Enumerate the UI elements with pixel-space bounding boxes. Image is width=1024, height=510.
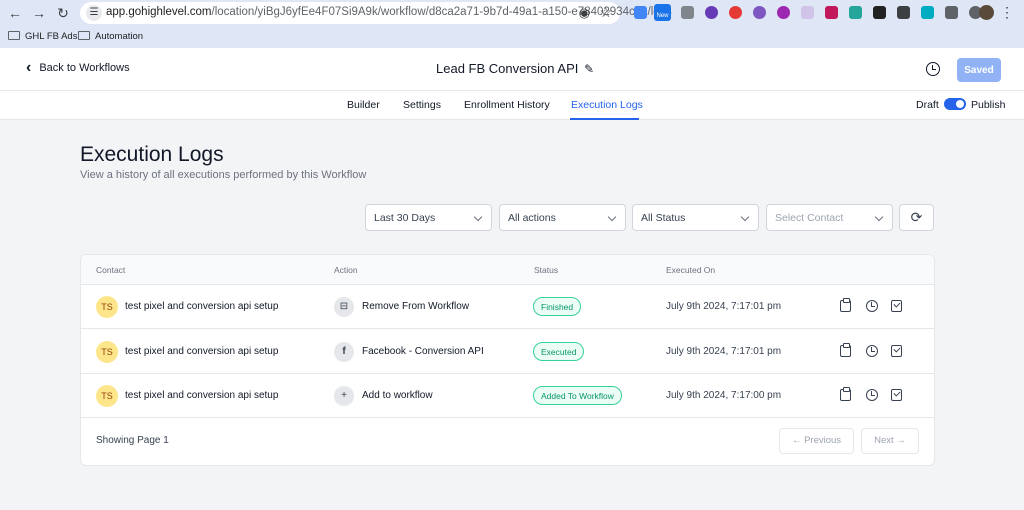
extension-new-icon[interactable]: New	[654, 4, 671, 21]
extension-icon[interactable]	[897, 6, 910, 19]
browser-toolbar: ← → ↻ ☰ app.gohighlevel.com/location/yiB…	[0, 0, 1024, 28]
back-arrow-icon[interactable]: ←	[6, 4, 24, 22]
bookmark-automation[interactable]: Automation	[78, 31, 143, 42]
extension-icon[interactable]	[873, 6, 886, 19]
clipboard-icon[interactable]	[840, 387, 851, 401]
arrow-right-icon: →	[896, 435, 906, 446]
puzzle-icon[interactable]	[945, 6, 958, 19]
publish-label: Publish	[971, 99, 1006, 111]
back-to-workflows-link[interactable]: ‹ Back to Workflows	[26, 59, 130, 76]
tab-execution-logs[interactable]: Execution Logs	[571, 99, 643, 111]
pencil-icon[interactable]: ✎	[584, 62, 594, 76]
chevron-down-icon	[874, 212, 884, 222]
forward-arrow-icon[interactable]: →	[30, 4, 48, 22]
chevron-left-icon: ‹	[26, 59, 32, 76]
eye-icon[interactable]: ◉	[579, 5, 590, 21]
tab-builder[interactable]: Builder	[347, 99, 380, 111]
checklist-icon[interactable]	[891, 345, 902, 357]
column-header-contact: Contact	[96, 265, 126, 275]
extension-icon[interactable]	[681, 6, 694, 19]
column-header-status: Status	[534, 265, 559, 275]
column-header-action: Action	[334, 265, 358, 275]
chevron-down-icon	[740, 212, 750, 222]
table-row: TS test pixel and conversion api setup +…	[81, 374, 934, 418]
clipboard-icon[interactable]	[840, 298, 851, 312]
status-badge: Added To Workflow	[533, 386, 622, 405]
table-row: TS test pixel and conversion api setup ⊟…	[81, 285, 934, 329]
address-bar[interactable]: ☰ app.gohighlevel.com/location/yiBgJ6yfE…	[80, 2, 672, 24]
contact-name-link[interactable]: test pixel and conversion api setup	[125, 301, 278, 312]
extension-icon[interactable]	[849, 6, 862, 19]
checklist-icon[interactable]	[891, 389, 902, 401]
actions-select[interactable]: All actions	[499, 204, 626, 231]
bookmarks-bar: GHL FB Ads Automation	[0, 28, 1024, 48]
executed-on: July 9th 2024, 7:17:00 pm	[666, 390, 782, 401]
folder-icon	[8, 31, 20, 40]
contact-select[interactable]: Select Contact	[766, 204, 893, 231]
app-header: ‹ Back to Workflows Lead FB Conversion A…	[0, 48, 1024, 90]
site-info-icon[interactable]: ☰	[86, 5, 102, 21]
extension-icon[interactable]	[801, 6, 814, 19]
bookmark-star-icon[interactable]: ☆	[599, 4, 612, 21]
previous-page-button[interactable]: ← Previous	[779, 428, 854, 454]
reload-icon[interactable]: ↻	[54, 4, 72, 22]
contact-name-link[interactable]: test pixel and conversion api setup	[125, 390, 278, 401]
clock-icon[interactable]	[866, 389, 878, 401]
remove-workflow-icon: ⊟	[334, 297, 354, 317]
facebook-icon: f	[334, 342, 354, 362]
arrow-left-icon: ←	[791, 435, 802, 446]
clipboard-icon[interactable]	[840, 343, 851, 357]
saved-button[interactable]: Saved	[957, 58, 1001, 82]
status-select[interactable]: All Status	[632, 204, 759, 231]
clock-icon[interactable]	[866, 300, 878, 312]
extension-icon[interactable]	[753, 6, 766, 19]
executed-on: July 9th 2024, 7:17:01 pm	[666, 301, 782, 312]
executed-on: July 9th 2024, 7:17:01 pm	[666, 346, 782, 357]
table-header: Contact Action Status Executed On	[81, 255, 934, 285]
active-tab-indicator	[570, 118, 639, 120]
extension-icon[interactable]	[634, 6, 647, 19]
checklist-icon[interactable]	[891, 300, 902, 312]
refresh-icon: ⟳	[910, 209, 923, 225]
action-name: Remove From Workflow	[362, 301, 470, 312]
status-badge: Finished	[533, 297, 582, 316]
add-workflow-icon: +	[334, 386, 354, 406]
extension-icon[interactable]	[921, 6, 934, 19]
contact-avatar: TS	[96, 385, 118, 407]
extension-icon[interactable]	[777, 6, 790, 19]
kebab-menu-icon[interactable]: ⋮	[1000, 4, 1014, 21]
extension-icon[interactable]	[705, 6, 718, 19]
page-title: Execution Logs	[80, 143, 224, 166]
workflow-title: Lead FB Conversion API	[436, 61, 579, 76]
bookmark-ghl-fb-ads[interactable]: GHL FB Ads	[8, 31, 77, 42]
draft-label: Draft	[916, 99, 939, 111]
workflow-tabs: Builder Settings Enrollment History Exec…	[0, 90, 1024, 120]
date-range-select[interactable]: Last 30 Days	[365, 204, 492, 231]
publish-toggle[interactable]	[944, 98, 966, 110]
execution-logs-table: Contact Action Status Executed On TS tes…	[80, 254, 935, 466]
status-badge: Executed	[533, 342, 585, 361]
pagination-status: Showing Page 1	[96, 435, 169, 446]
table-row: TS test pixel and conversion api setup f…	[81, 330, 934, 374]
folder-icon	[78, 31, 90, 40]
toggle-knob	[956, 100, 964, 108]
next-page-button[interactable]: Next →	[861, 428, 919, 454]
column-header-executed-on: Executed On	[666, 265, 716, 275]
contact-avatar: TS	[96, 296, 118, 318]
refresh-button[interactable]: ⟳	[899, 204, 934, 231]
page-subtitle: View a history of all executions perform…	[80, 169, 367, 181]
tab-settings[interactable]: Settings	[403, 99, 441, 111]
contact-name-link[interactable]: test pixel and conversion api setup	[125, 346, 278, 357]
action-name: Facebook - Conversion API	[362, 346, 484, 357]
extension-icon[interactable]	[825, 6, 838, 19]
profile-avatar[interactable]	[979, 5, 994, 20]
chevron-down-icon	[473, 212, 483, 222]
chevron-down-icon	[607, 212, 617, 222]
action-name: Add to workflow	[362, 390, 433, 401]
clock-icon[interactable]	[866, 345, 878, 357]
tab-enrollment-history[interactable]: Enrollment History	[464, 99, 550, 111]
history-icon[interactable]	[926, 62, 940, 76]
extension-icon[interactable]	[729, 6, 742, 19]
contact-avatar: TS	[96, 341, 118, 363]
